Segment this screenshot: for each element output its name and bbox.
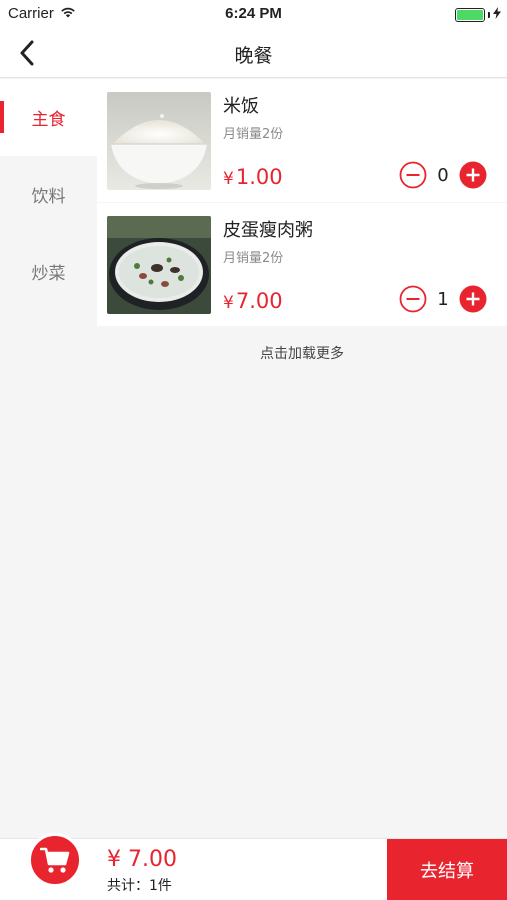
currency-symbol: ¥ xyxy=(107,847,121,872)
status-time: 6:24 PM xyxy=(225,5,282,22)
price-value: 7.00 xyxy=(235,289,283,313)
battery-tip xyxy=(488,11,490,18)
category-sidebar: 主食 饮料 炒菜 xyxy=(0,79,97,839)
product-image-congee xyxy=(107,216,211,314)
page-title: 晚餐 xyxy=(234,45,273,67)
category-item-stir-fry[interactable]: 炒菜 xyxy=(0,233,97,310)
load-more-link[interactable]: 点击加载更多 xyxy=(97,343,507,363)
cart-count: 共计：1件 xyxy=(107,878,172,894)
category-label: 饮料 xyxy=(31,187,66,207)
product-list: 米饭 月销量2份 ¥1.00 0 皮蛋瘦肉粥 月销量2份 ¥7.00 1 xyxy=(97,79,507,327)
product-name: 皮蛋瘦肉粥 xyxy=(223,220,313,241)
product-row[interactable]: 皮蛋瘦肉粥 月销量2份 ¥7.00 1 xyxy=(97,203,507,326)
quantity-stepper: 0 xyxy=(399,161,487,189)
status-bar: Carrier 6:24 PM xyxy=(0,0,507,28)
plus-circle-icon[interactable] xyxy=(459,161,487,189)
cart-bar: ¥ 7.00 共计：1件 去结算 xyxy=(0,833,507,900)
category-item-staple[interactable]: 主食 xyxy=(0,79,97,156)
status-right xyxy=(455,6,501,23)
total-value: 7.00 xyxy=(128,847,177,872)
currency-symbol: ¥ xyxy=(223,293,234,313)
quantity-value: 1 xyxy=(437,288,449,310)
cart-button[interactable] xyxy=(28,833,82,887)
product-row[interactable]: 米饭 月销量2份 ¥1.00 0 xyxy=(97,79,507,202)
plus-circle-icon[interactable] xyxy=(459,285,487,313)
nav-bar: 晚餐 xyxy=(0,28,507,78)
shopping-cart-icon xyxy=(40,847,70,873)
price-value: 1.00 xyxy=(235,165,283,189)
product-image-rice xyxy=(107,92,211,190)
product-price: ¥1.00 xyxy=(223,165,283,189)
currency-symbol: ¥ xyxy=(223,169,234,189)
quantity-value: 0 xyxy=(437,164,449,186)
category-label: 炒菜 xyxy=(31,264,66,284)
product-sales: 月销量2份 xyxy=(223,127,284,142)
product-name: 米饭 xyxy=(223,96,259,117)
checkout-button[interactable]: 去结算 xyxy=(387,839,507,900)
product-sales: 月销量2份 xyxy=(223,251,284,266)
category-label: 主食 xyxy=(31,110,66,130)
minus-circle-icon[interactable] xyxy=(399,285,427,313)
battery-icon xyxy=(455,7,485,22)
checkout-label: 去结算 xyxy=(420,861,474,882)
charging-icon xyxy=(493,6,501,23)
product-price: ¥7.00 xyxy=(223,289,283,313)
cart-total: ¥ 7.00 xyxy=(107,847,177,872)
quantity-stepper: 1 xyxy=(399,285,487,313)
minus-circle-icon[interactable] xyxy=(399,161,427,189)
category-item-drinks[interactable]: 饮料 xyxy=(0,156,97,233)
